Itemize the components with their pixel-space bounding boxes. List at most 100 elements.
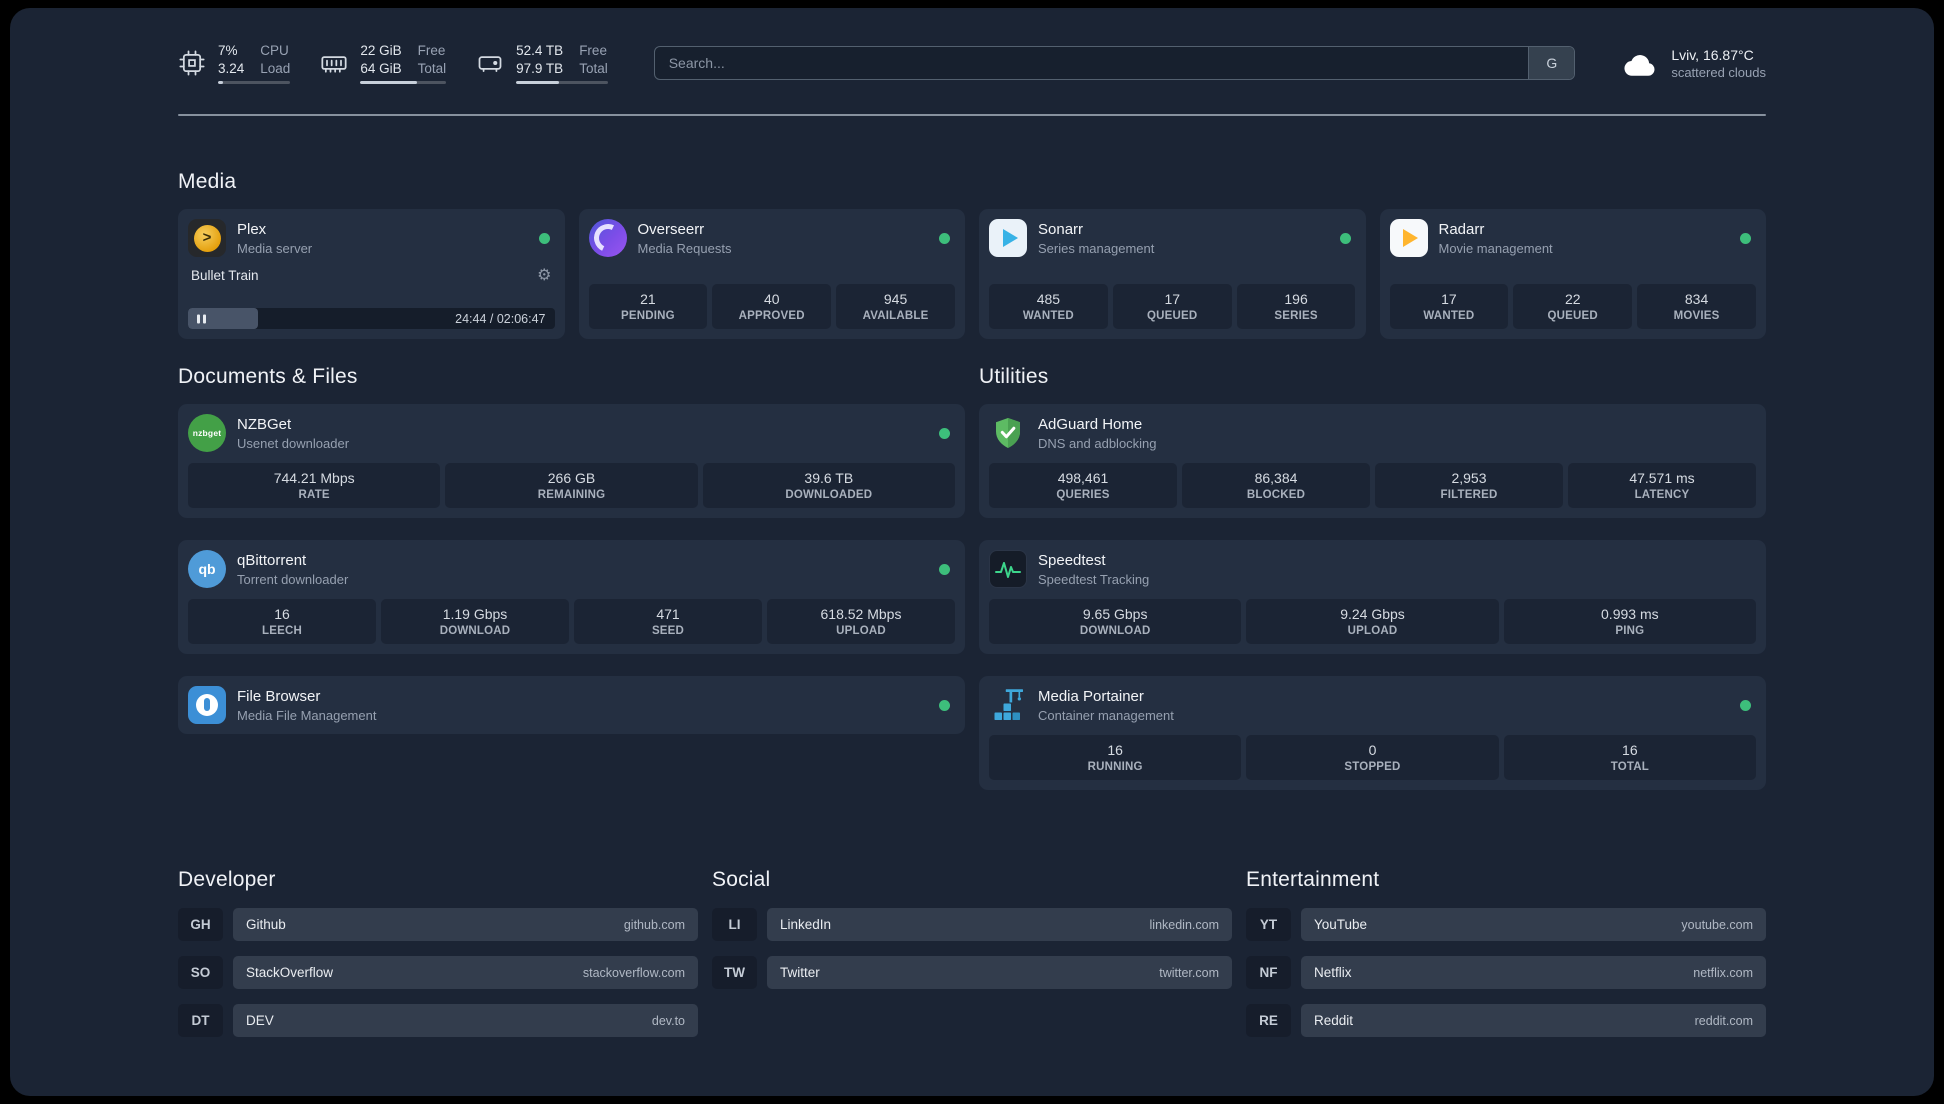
service-desc: Torrent downloader: [237, 571, 349, 587]
top-bar: 7% CPU 3.24 Load 22 GiB Free 64 GiB Tota…: [178, 42, 1766, 85]
cpu-load-label: Load: [260, 60, 291, 76]
service-desc: Media File Management: [237, 707, 377, 723]
bookmarks-area: Developer GH Github github.com SO StackO…: [178, 868, 1766, 1052]
memory-free-label: Free: [417, 43, 446, 58]
service-card-radarr[interactable]: Radarr Movie management 17 WANTED 22 QUE…: [1379, 209, 1766, 340]
service-name: NZBGet: [237, 415, 292, 433]
service-card-adguard[interactable]: AdGuard Home DNS and adblocking 498,461 …: [979, 404, 1766, 519]
now-playing-title: Bullet Train: [191, 267, 259, 283]
stat-ping: 0.993 ms PING: [1503, 599, 1756, 645]
service-card-sonarr[interactable]: Sonarr Series management 485 WANTED 17 Q…: [979, 209, 1366, 340]
disk-total-label: Total: [579, 60, 608, 76]
stat-filtered: 2,953 FILTERED: [1375, 463, 1563, 509]
service-name: Radarr: [1438, 220, 1485, 238]
stat-pending: 21 PENDING: [588, 284, 708, 330]
portainer-crane-icon: [989, 686, 1027, 724]
playback-time: 24:44 / 02:06:47: [455, 311, 546, 326]
filebrowser-icon: [188, 686, 226, 725]
stat-download: 1.19 Gbps DOWNLOAD: [381, 599, 569, 645]
cpu-widget: 7% CPU 3.24 Load: [178, 42, 291, 85]
section-title-social: Social: [712, 868, 771, 892]
section-title-entertainment: Entertainment: [1246, 868, 1380, 892]
media-card-row: > Plex Media server Bullet Train ⚙ 24:44…: [178, 209, 1766, 340]
service-card-speedtest[interactable]: Speedtest Speedtest Tracking 9.65 Gbps D…: [979, 540, 1766, 655]
disk-free-value: 52.4 TB: [516, 43, 564, 58]
card-header: Overseerr Media Requests: [588, 219, 956, 258]
status-dot: [939, 427, 950, 439]
bookmark-pill: DEV dev.to: [233, 1004, 698, 1038]
card-header: Speedtest Speedtest Tracking: [989, 550, 1756, 589]
bookmark-abbr: SO: [178, 956, 223, 990]
stats-row: 16 RUNNING 0 STOPPED 16 TOTAL: [989, 735, 1756, 781]
stat-movies: 834 MOVIES: [1637, 284, 1756, 330]
bookmark-netflix[interactable]: NF Netflix netflix.com: [1246, 956, 1766, 990]
service-name: Speedtest: [1038, 551, 1106, 569]
bookmark-stackoverflow[interactable]: SO StackOverflow stackoverflow.com: [178, 956, 698, 990]
two-column-area: Documents & Files nzbget NZBGet Usenet d…: [178, 365, 1766, 812]
cpu-percent: 7%: [218, 43, 238, 58]
bookmark-abbr: TW: [712, 956, 757, 990]
search-bar: G: [653, 46, 1576, 81]
bookmark-abbr: NF: [1246, 956, 1291, 990]
adguard-shield-icon: [989, 414, 1027, 452]
section-title-media: Media: [178, 170, 237, 194]
memory-widget: 22 GiB Free 64 GiB Total: [320, 42, 447, 85]
card-header: > Plex Media server: [188, 219, 555, 258]
bookmark-abbr: DT: [178, 1004, 223, 1038]
memory-free-value: 22 GiB: [360, 43, 402, 58]
bookmark-abbr: GH: [178, 908, 223, 942]
stat-wanted: 17 WANTED: [1389, 284, 1509, 330]
bookmark-abbr: LI: [712, 908, 757, 942]
weather-widget: Lviv, 16.87°C scattered clouds: [1621, 47, 1766, 80]
cpu-label: CPU: [260, 43, 289, 58]
service-card-nzbget[interactable]: nzbget NZBGet Usenet downloader 744.21 M…: [178, 404, 965, 519]
gear-icon[interactable]: ⚙: [537, 267, 551, 283]
service-desc: Usenet downloader: [237, 435, 350, 451]
stats-row: 9.65 Gbps DOWNLOAD 9.24 Gbps UPLOAD 0.99…: [989, 599, 1756, 645]
section-social: Social LI LinkedIn linkedin.com TW Twitt…: [712, 868, 1232, 1052]
service-card-qbittorrent[interactable]: qb qBittorrent Torrent downloader 16 LEE…: [178, 540, 965, 655]
service-name: Overseerr: [637, 220, 705, 238]
bookmark-linkedin[interactable]: LI LinkedIn linkedin.com: [712, 908, 1232, 942]
service-name: Sonarr: [1038, 220, 1084, 238]
service-desc: Container management: [1038, 707, 1174, 723]
speedtest-pulse-icon: [989, 550, 1027, 589]
section-entertainment: Entertainment YT YouTube youtube.com NF …: [1246, 868, 1766, 1052]
status-dot: [1339, 232, 1351, 244]
status-dot: [939, 699, 950, 711]
service-card-portainer[interactable]: Media Portainer Container management 16 …: [979, 676, 1766, 791]
card-header: nzbget NZBGet Usenet downloader: [188, 414, 955, 453]
stat-leech: 16 LEECH: [188, 599, 376, 645]
playback-progress-bar[interactable]: 24:44 / 02:06:47: [188, 308, 555, 330]
bookmark-github[interactable]: GH Github github.com: [178, 908, 698, 942]
stat-queued: 22 QUEUED: [1513, 284, 1633, 330]
service-card-filebrowser[interactable]: File Browser Media File Management: [178, 676, 965, 735]
service-desc: Movie management: [1438, 240, 1553, 256]
stats-row: 17 WANTED 22 QUEUED 834 MOVIES: [1389, 284, 1757, 330]
search-input[interactable]: [654, 47, 1529, 80]
stat-queued: 17 QUEUED: [1112, 284, 1232, 330]
service-card-overseerr[interactable]: Overseerr Media Requests 21 PENDING 40 A…: [578, 209, 965, 340]
disk-stats: 52.4 TB Free 97.9 TB Total: [516, 42, 608, 85]
stat-upload: 618.52 Mbps UPLOAD: [767, 599, 955, 645]
service-desc: DNS and adblocking: [1038, 435, 1157, 451]
stat-stopped: 0 STOPPED: [1246, 735, 1499, 781]
bookmark-dev[interactable]: DT DEV dev.to: [178, 1004, 698, 1038]
memory-total-label: Total: [417, 60, 447, 76]
card-header: qb qBittorrent Torrent downloader: [188, 550, 955, 589]
service-card-plex[interactable]: > Plex Media server Bullet Train ⚙ 24:44…: [178, 209, 565, 340]
pause-icon[interactable]: [197, 314, 206, 324]
bookmark-reddit[interactable]: RE Reddit reddit.com: [1246, 1004, 1766, 1038]
bookmark-pill: Netflix netflix.com: [1301, 956, 1766, 990]
section-title-developer: Developer: [178, 868, 276, 892]
stat-series: 196 SERIES: [1236, 284, 1356, 330]
stat-rate: 744.21 Mbps RATE: [188, 463, 441, 509]
cpu-stats: 7% CPU 3.24 Load: [218, 42, 291, 85]
stat-total: 16 TOTAL: [1503, 735, 1756, 781]
memory-usage-bar: [360, 81, 447, 85]
overseerr-icon: [588, 219, 627, 258]
bookmark-youtube[interactable]: YT YouTube youtube.com: [1246, 908, 1766, 942]
search-provider-button[interactable]: G: [1528, 47, 1575, 80]
bookmark-twitter[interactable]: TW Twitter twitter.com: [712, 956, 1232, 990]
radarr-icon: [1389, 219, 1428, 258]
